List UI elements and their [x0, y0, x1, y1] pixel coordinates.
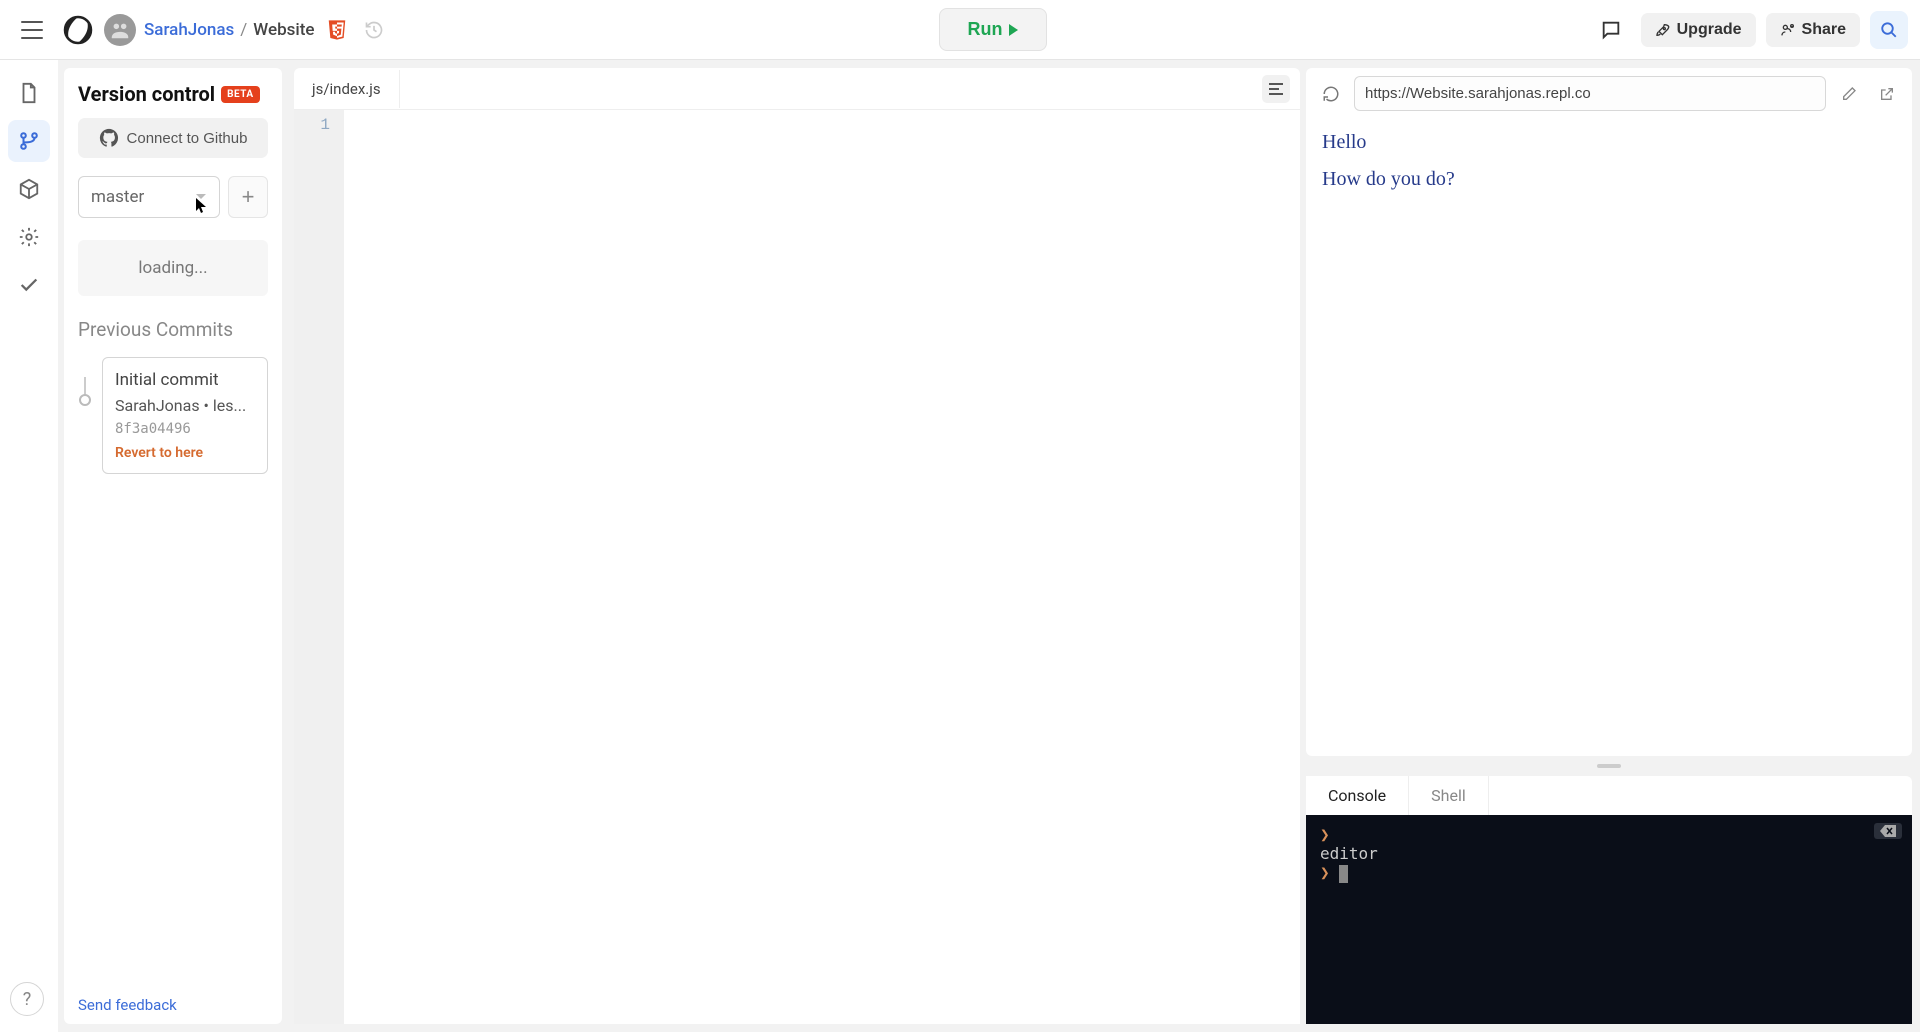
- search-icon: [1880, 21, 1898, 39]
- settings-tab[interactable]: [8, 216, 50, 258]
- commit-author: SarahJonas • les...: [115, 396, 255, 415]
- backspace-icon: [1880, 825, 1896, 837]
- new-branch-button[interactable]: +: [228, 176, 268, 218]
- header: SarahJonas / Website Run Upgrade Share: [0, 0, 1920, 60]
- share-button[interactable]: Share: [1766, 13, 1860, 47]
- hamburger-icon: [21, 21, 43, 39]
- version-control-tab[interactable]: [8, 120, 50, 162]
- page-render: Hello How do you do?: [1306, 119, 1912, 217]
- branch-row: master +: [78, 176, 268, 218]
- user-link[interactable]: SarahJonas: [144, 20, 234, 40]
- upgrade-label: Upgrade: [1677, 21, 1742, 39]
- swirl-icon: [62, 14, 94, 46]
- send-feedback-link[interactable]: Send feedback: [78, 996, 177, 1014]
- run-label: Run: [968, 19, 1003, 40]
- packages-tab[interactable]: [8, 168, 50, 210]
- connect-github-label: Connect to Github: [127, 130, 248, 147]
- repl-logo[interactable]: [60, 12, 96, 48]
- beta-badge: BETA: [221, 86, 260, 103]
- pencil-icon: [1841, 86, 1857, 102]
- menu-button[interactable]: [12, 10, 52, 50]
- branch-name: master: [91, 187, 144, 207]
- box-icon: [18, 178, 40, 200]
- code-area[interactable]: [344, 110, 1300, 1024]
- run-button[interactable]: Run: [939, 8, 1047, 51]
- html5-icon: [326, 19, 348, 41]
- files-tab[interactable]: [8, 72, 50, 114]
- shell-tab[interactable]: Shell: [1409, 776, 1489, 815]
- reload-icon: [1322, 85, 1340, 103]
- side-rail: ?: [0, 60, 58, 1032]
- output-column: Hello How do you do? Console Shell ❯ edi…: [1306, 68, 1912, 1024]
- check-tab[interactable]: [8, 264, 50, 306]
- loading-status: loading...: [78, 240, 268, 296]
- file-icon: [18, 82, 40, 104]
- commit-card[interactable]: Initial commit SarahJonas • les... 8f3a0…: [102, 357, 268, 474]
- share-label: Share: [1802, 21, 1846, 39]
- breadcrumb: SarahJonas / Website: [144, 10, 394, 50]
- avatar[interactable]: [104, 14, 136, 46]
- terminal-output: editor: [1320, 844, 1898, 863]
- url-input[interactable]: [1354, 76, 1826, 111]
- browser-pane: Hello How do you do?: [1306, 68, 1912, 756]
- connect-github-button[interactable]: Connect to Github: [78, 118, 268, 158]
- commit-dot: [79, 394, 91, 406]
- gear-icon: [18, 226, 40, 248]
- terminal-body[interactable]: ❯ editor ❯: [1306, 815, 1912, 1024]
- help-button[interactable]: ?: [10, 982, 44, 1016]
- page-line-1: Hello: [1322, 131, 1896, 154]
- header-center: Run: [402, 8, 1582, 51]
- terminal-tabs: Console Shell: [1306, 776, 1912, 815]
- github-icon: [99, 128, 119, 148]
- search-button[interactable]: [1870, 11, 1908, 49]
- clear-terminal-button[interactable]: [1874, 823, 1902, 839]
- rocket-icon: [1655, 22, 1671, 38]
- chat-button[interactable]: [1591, 10, 1631, 50]
- timeline: [78, 357, 92, 474]
- share-icon: [1780, 22, 1796, 38]
- editor-body[interactable]: 1: [294, 110, 1300, 1024]
- project-name[interactable]: Website: [253, 20, 314, 40]
- vc-title: Version control: [78, 82, 215, 106]
- revert-link[interactable]: Revert to here: [115, 445, 255, 461]
- upgrade-button[interactable]: Upgrade: [1641, 13, 1756, 47]
- main: ? Version control BETA Connect to Github…: [0, 60, 1920, 1032]
- commit-timeline: Initial commit SarahJonas • les... 8f3a0…: [78, 357, 268, 474]
- format-button[interactable]: [1262, 75, 1290, 103]
- prev-commits-heading: Previous Commits: [78, 318, 268, 341]
- chevron-down-icon: [195, 193, 207, 201]
- check-icon: [18, 274, 40, 296]
- editor-tabs: js/index.js: [294, 68, 1300, 110]
- terminal-pane: Console Shell ❯ editor ❯: [1306, 776, 1912, 1024]
- help-icon: ?: [23, 989, 32, 1010]
- branch-select[interactable]: master: [78, 176, 220, 218]
- url-bar: [1306, 68, 1912, 119]
- header-right: Upgrade Share: [1591, 10, 1908, 50]
- editor: js/index.js 1: [294, 68, 1300, 1024]
- avatar-icon: [109, 19, 131, 41]
- reload-button[interactable]: [1316, 79, 1346, 109]
- play-icon: [1009, 24, 1018, 36]
- format-icon: [1268, 81, 1284, 97]
- history-button[interactable]: [354, 10, 394, 50]
- commit-title: Initial commit: [115, 370, 255, 390]
- prompt-icon: ❯: [1320, 863, 1330, 882]
- prompt-icon: ❯: [1320, 825, 1330, 844]
- page-line-2: How do you do?: [1322, 168, 1896, 191]
- edit-url-button[interactable]: [1834, 79, 1864, 109]
- resize-grip[interactable]: [1597, 764, 1621, 768]
- chat-icon: [1600, 19, 1622, 41]
- open-new-tab-button[interactable]: [1872, 79, 1902, 109]
- editor-tab[interactable]: js/index.js: [294, 70, 400, 108]
- vc-panel: Version control BETA Connect to Github m…: [64, 68, 282, 1024]
- terminal-cursor: [1339, 865, 1348, 883]
- line-gutter: 1: [294, 110, 344, 1024]
- breadcrumb-sep: /: [240, 20, 247, 40]
- console-tab[interactable]: Console: [1306, 776, 1409, 815]
- commit-hash: 8f3a04496: [115, 421, 255, 437]
- vc-title-row: Version control BETA: [78, 82, 268, 106]
- external-link-icon: [1879, 86, 1895, 102]
- line-number: 1: [294, 116, 330, 134]
- branch-icon: [18, 130, 40, 152]
